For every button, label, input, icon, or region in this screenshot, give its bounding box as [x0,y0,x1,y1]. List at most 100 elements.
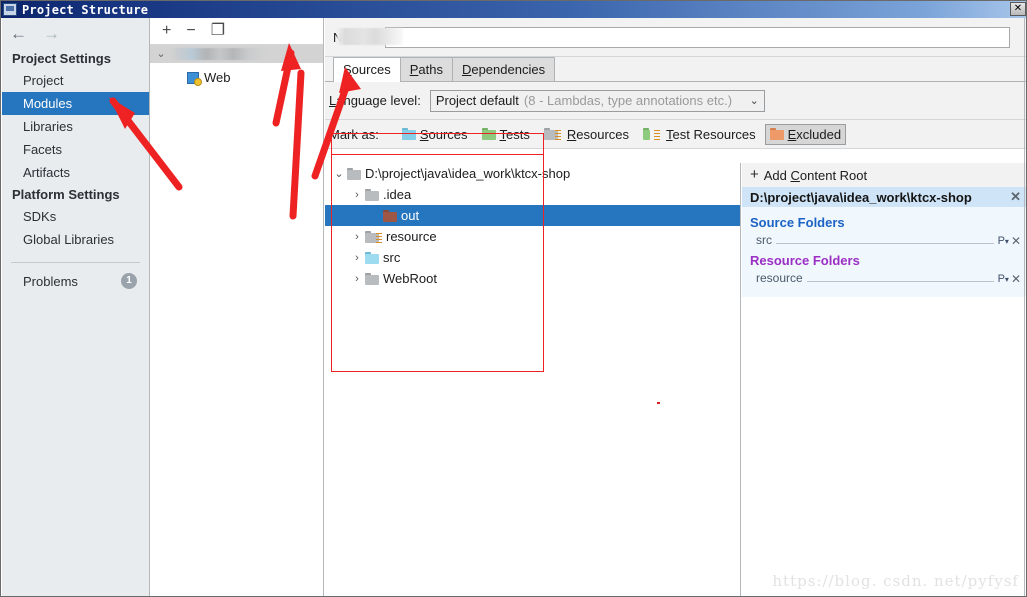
folder-test-resources-icon [643,128,661,140]
modules-toolbar: + − ❐ [150,18,323,45]
add-module-icon[interactable]: + [162,23,171,39]
copy-module-icon[interactable]: ❐ [211,23,225,39]
sidebar-item-global-libraries[interactable]: Global Libraries [2,228,149,251]
sidebar-item-problems[interactable]: Problems 1 [2,270,149,292]
language-level-hint: (8 - Lambdas, type annotations etc.) [523,93,733,108]
chevron-right-icon[interactable]: › [349,273,365,285]
mark-as-excluded-label: Excluded [787,126,842,142]
sidebar-item-modules[interactable]: Modules [2,92,149,115]
chevron-down-icon[interactable]: ⌄ [331,167,347,180]
mark-as-excluded-button[interactable]: Excluded [764,123,847,145]
module-name-input[interactable] [337,26,1011,48]
module-tabs: Sources Paths Dependencies [325,57,1026,82]
sidebar-divider [11,262,140,263]
entry-dash [776,242,994,244]
add-content-root-button[interactable]: + Add Content Root [742,163,1026,187]
remove-module-icon[interactable]: − [186,23,195,39]
folder-resources-icon [543,128,561,140]
remove-resource-folder-icon[interactable]: ✕ [1011,273,1021,285]
forward-arrow-icon[interactable]: → [43,25,60,42]
tree-row-out[interactable]: out [325,205,740,226]
folder-excluded-icon [383,209,397,222]
mark-as-tests-label: Tests [499,126,530,142]
sidebar-item-libraries[interactable]: Libraries [2,115,149,138]
mark-as-tests-button[interactable]: Tests [477,124,535,145]
sidebar-item-facets[interactable]: Facets [2,138,149,161]
folder-sources-icon [401,128,416,140]
tree-row-label: D:\project\java\idea_work\ktcx-shop [365,166,571,181]
content-root-detail-panel: + Add Content Root D:\project\java\idea_… [742,163,1026,596]
chevron-down-icon[interactable]: ⌄ [750,94,759,107]
sidebar-navigation: ← → [2,18,149,48]
folder-tests-icon [481,128,496,140]
content-root-path: D:\project\java\idea_work\ktcx-shop [750,189,972,205]
folder-resources-icon [365,230,382,243]
language-level-select[interactable]: Project default (8 - Lambdas, type annot… [429,89,765,112]
module-tree-row-selected[interactable]: ⌄ [150,45,323,63]
sources-split: ⌄ D:\project\java\idea_work\ktcx-shop › … [325,163,1026,596]
mark-as-resources-button[interactable]: Resources [539,124,634,145]
tree-row-idea[interactable]: › .idea [325,184,740,205]
add-content-root-label: Add Content Root [763,167,868,183]
source-folder-name[interactable]: src [756,233,772,247]
project-structure-window: Project Structure ✕ ← → Project Settings… [0,0,1027,597]
module-facet-web[interactable]: Web [150,63,323,86]
tab-paths[interactable]: Paths [399,57,453,81]
folder-properties-icon[interactable]: P▾ [998,273,1009,285]
resource-folder-name[interactable]: resource [756,271,803,285]
sidebar-item-label: Problems [23,273,78,289]
mark-as-test-resources-button[interactable]: Test Resources [638,124,761,145]
problems-count-badge: 1 [121,273,137,289]
mark-as-row: Mark as: Sources Tests Resources Test Re… [325,120,1026,149]
app-icon [3,3,17,16]
content-root-tree: ⌄ D:\project\java\idea_work\ktcx-shop › … [325,163,741,596]
resource-folder-entry: resource P▾ ✕ [742,270,1026,287]
sidebar-item-project[interactable]: Project [2,69,149,92]
web-facet-icon [187,71,202,86]
chevron-right-icon[interactable]: › [349,189,365,201]
resource-folders-title: Resource Folders [750,253,860,268]
chevron-right-icon[interactable]: › [349,231,365,243]
sidebar-item-artifacts[interactable]: Artifacts [2,161,149,184]
mark-as-sources-label: Sources [419,126,468,142]
tree-row-webroot[interactable]: › WebRoot [325,268,740,289]
modules-list-panel: + − ❐ ⌄ Web [150,18,324,596]
remove-source-folder-icon[interactable]: ✕ [1011,235,1021,247]
tree-row-resource[interactable]: › resource [325,226,740,247]
source-folders-title: Source Folders [750,215,845,230]
content-root-body: Source Folders src P▾ ✕ Resource Folders… [742,207,1026,297]
sidebar-item-sdks[interactable]: SDKs [2,205,149,228]
title-bar: Project Structure ✕ [1,1,1026,18]
tree-row-content-root[interactable]: ⌄ D:\project\java\idea_work\ktcx-shop [325,163,740,184]
tree-row-label: WebRoot [383,271,437,286]
sidebar-group-platform-settings: Platform Settings [12,187,120,202]
folder-gray-icon [365,188,379,201]
content-root-header: D:\project\java\idea_work\ktcx-shop ✕ [742,187,1026,207]
tree-row-label: resource [386,229,437,244]
sidebar-group-project-settings: Project Settings [12,51,111,66]
folder-properties-icon[interactable]: P▾ [998,235,1009,247]
mark-as-label: Mark as: [329,126,379,142]
chevron-down-icon[interactable]: ⌄ [155,48,167,60]
tab-sources[interactable]: Sources [333,57,401,82]
back-arrow-icon[interactable]: ← [10,25,27,42]
folder-sources-icon [365,251,379,264]
window-title: Project Structure [22,2,149,17]
module-name-value-redacted [337,27,404,45]
plus-icon: + [750,166,759,183]
mark-as-test-resources-label: Test Resources [666,126,756,142]
settings-sidebar: ← → Project Settings Project Modules Lib… [2,18,150,596]
remove-content-root-icon[interactable]: ✕ [1010,189,1021,205]
language-level-row: Language level: Project default (8 - Lam… [325,82,1026,120]
language-level-label: Language level: [329,93,421,108]
mark-as-sources-button[interactable]: Sources [397,124,473,145]
tree-row-label: .idea [383,187,412,202]
tree-row-label: src [383,250,401,265]
chevron-right-icon[interactable]: › [349,252,365,264]
mark-as-resources-label: Resources [566,126,630,142]
module-editor-panel: Name: Sources Paths Dependencies Languag… [325,18,1026,596]
tree-row-src[interactable]: › src [325,247,740,268]
tab-dependencies[interactable]: Dependencies [451,57,556,81]
folder-excluded-icon [769,128,784,140]
close-icon[interactable]: ✕ [1010,2,1026,16]
